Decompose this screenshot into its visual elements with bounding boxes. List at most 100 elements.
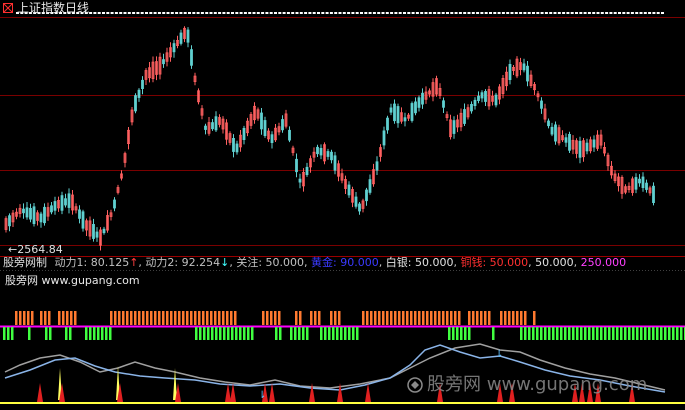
red-spike bbox=[269, 383, 275, 402]
orange-signal-bar bbox=[130, 311, 133, 325]
orange-signal-bar bbox=[446, 311, 449, 325]
top-mark bbox=[342, 12, 346, 14]
green-signal-bar bbox=[97, 327, 100, 340]
green-signal-bar bbox=[231, 327, 234, 340]
app-logo-icon bbox=[3, 3, 13, 13]
green-signal-bar bbox=[612, 327, 615, 340]
green-signal-bar bbox=[524, 327, 527, 340]
candle-body bbox=[417, 97, 421, 108]
orange-signal-bar bbox=[406, 311, 409, 325]
candle-body bbox=[526, 65, 529, 82]
orange-signal-bar bbox=[182, 311, 185, 325]
top-mark bbox=[514, 12, 518, 14]
top-mark bbox=[652, 12, 656, 14]
green-signal-bar bbox=[616, 327, 619, 340]
green-signal-bar bbox=[628, 327, 631, 340]
candle-body bbox=[95, 231, 99, 238]
orange-signal-bar bbox=[450, 311, 453, 325]
top-mark bbox=[570, 12, 574, 14]
green-signal-bar bbox=[680, 327, 683, 340]
green-signal-bar bbox=[203, 327, 206, 340]
green-signal-bar bbox=[28, 327, 31, 340]
orange-signal-bar bbox=[122, 311, 125, 325]
top-mark bbox=[489, 12, 492, 14]
orange-signal-bar bbox=[138, 311, 141, 325]
top-mark bbox=[501, 12, 505, 14]
candle-body bbox=[477, 95, 480, 101]
top-mark bbox=[519, 12, 523, 14]
candle-body bbox=[235, 143, 239, 153]
orange-signal-bar bbox=[48, 311, 51, 325]
green-signal-bar bbox=[101, 327, 104, 340]
orange-signal-bar bbox=[23, 311, 26, 325]
orange-signal-bar bbox=[270, 311, 273, 325]
candle-body bbox=[421, 92, 424, 105]
green-signal-bar bbox=[452, 327, 455, 340]
candle-body bbox=[480, 92, 484, 99]
top-mark bbox=[286, 12, 290, 14]
top-mark bbox=[411, 12, 415, 14]
legend-dongli1-value: 80.125 bbox=[90, 256, 130, 269]
top-mark bbox=[140, 12, 144, 14]
orange-signal-bar bbox=[110, 311, 113, 325]
top-mark bbox=[205, 12, 209, 14]
top-mark bbox=[562, 12, 566, 14]
orange-signal-bar bbox=[66, 311, 69, 325]
candle-body bbox=[382, 130, 386, 146]
orange-signal-bar bbox=[480, 311, 483, 325]
green-signal-bar bbox=[640, 327, 643, 340]
chart-window[interactable]: ⇂ ⇂ 上证指数日线 ←2564.84 股旁网制 动力1: 80.125↑, 动力… bbox=[0, 0, 685, 410]
candle-body bbox=[81, 211, 85, 229]
top-mark bbox=[196, 12, 200, 14]
green-signal-bar bbox=[564, 327, 567, 340]
candle-body bbox=[190, 49, 193, 66]
candle-body bbox=[214, 116, 218, 131]
green-signal-bar bbox=[340, 327, 343, 340]
top-mark bbox=[334, 12, 338, 14]
top-mark bbox=[274, 12, 277, 14]
top-mark bbox=[102, 12, 105, 14]
green-signal-bar bbox=[348, 327, 351, 340]
top-mark bbox=[600, 12, 604, 14]
top-mark bbox=[587, 12, 591, 14]
orange-signal-bar bbox=[476, 311, 479, 325]
candle-body bbox=[368, 179, 372, 193]
top-mark bbox=[261, 12, 265, 14]
candle-body bbox=[578, 140, 582, 158]
arrow-down-icon: ↓ bbox=[220, 256, 230, 269]
candle-body bbox=[270, 134, 274, 143]
orange-signal-bar bbox=[142, 311, 145, 325]
candle-body bbox=[78, 209, 81, 219]
top-mark bbox=[338, 12, 342, 14]
orange-signal-bar bbox=[414, 311, 417, 325]
orange-signal-bar bbox=[366, 311, 369, 325]
orange-signal-bar bbox=[230, 311, 233, 325]
candle-body bbox=[389, 107, 393, 113]
orange-signal-bar bbox=[62, 311, 65, 325]
candle-body bbox=[162, 59, 165, 65]
orange-signal-bar bbox=[19, 311, 22, 325]
top-mark bbox=[450, 12, 454, 14]
candle-body bbox=[141, 79, 144, 90]
chart-canvas[interactable]: ⇂⇂ bbox=[0, 0, 685, 410]
top-mark bbox=[428, 12, 432, 14]
green-signal-bar bbox=[45, 327, 48, 340]
top-mark bbox=[523, 12, 527, 14]
top-mark bbox=[424, 12, 428, 14]
candle-body bbox=[347, 184, 351, 196]
top-mark bbox=[355, 12, 359, 14]
top-mark bbox=[437, 12, 441, 14]
top-mark bbox=[114, 12, 118, 14]
top-mark bbox=[596, 12, 600, 14]
top-mark bbox=[454, 12, 458, 14]
top-mark bbox=[566, 12, 570, 14]
top-mark bbox=[648, 12, 652, 14]
top-mark bbox=[506, 12, 510, 14]
candle-body bbox=[568, 133, 571, 151]
green-signal-bar bbox=[219, 327, 222, 340]
top-mark bbox=[368, 12, 372, 14]
orange-signal-bar bbox=[382, 311, 385, 325]
top-mark bbox=[476, 12, 480, 14]
green-signal-bar bbox=[448, 327, 451, 340]
top-mark bbox=[252, 12, 256, 14]
